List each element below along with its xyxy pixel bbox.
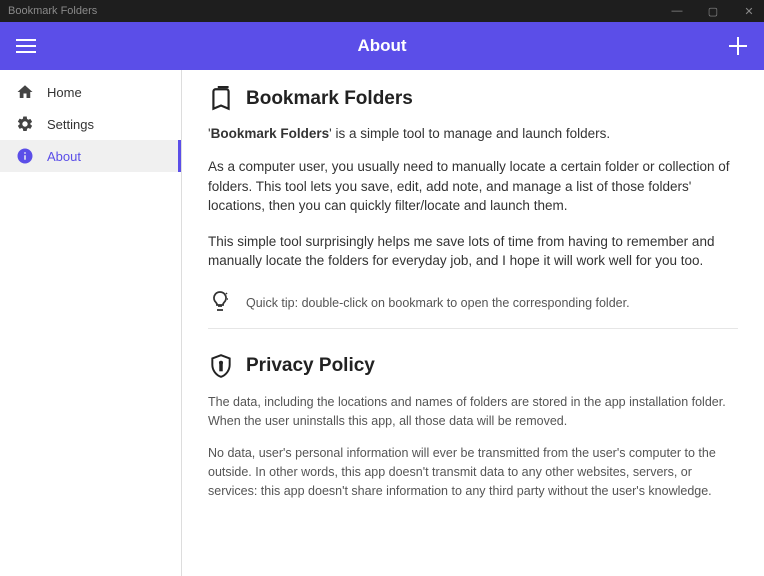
lightbulb-icon [208, 289, 232, 318]
section-title: Bookmark Folders [246, 88, 413, 110]
paragraph: The data, including the locations and na… [208, 393, 738, 431]
sidebar-item-about[interactable]: About [0, 140, 181, 172]
paragraph: This simple tool surprisingly helps me s… [208, 232, 738, 271]
hamburger-icon [16, 39, 36, 53]
maximize-button[interactable]: ▢ [706, 5, 720, 18]
content-area: Home Settings About Bookmark Folders [0, 70, 764, 576]
bookmark-folder-icon [208, 86, 234, 112]
add-button[interactable] [726, 37, 750, 55]
divider [208, 328, 738, 329]
app-bar: About [0, 22, 764, 70]
main-content: Bookmark Folders 'Bookmark Folders' is a… [182, 70, 764, 576]
close-button[interactable]: ✕ [742, 5, 756, 18]
tip-row: Quick tip: double-click on bookmark to o… [208, 289, 738, 318]
window-titlebar: Bookmark Folders — ▢ ✕ [0, 0, 764, 22]
privacy-section: Privacy Policy The data, including the l… [208, 353, 738, 501]
page-title: About [38, 36, 726, 56]
sidebar-item-home[interactable]: Home [0, 76, 181, 108]
menu-button[interactable] [14, 39, 38, 53]
paragraph: As a computer user, you usually need to … [208, 157, 738, 216]
window-title: Bookmark Folders [8, 5, 97, 17]
sidebar-item-settings[interactable]: Settings [0, 108, 181, 140]
home-icon [16, 83, 34, 101]
plus-icon [729, 37, 747, 55]
sidebar-item-label: About [47, 149, 81, 164]
intro-text: 'Bookmark Folders' is a simple tool to m… [208, 126, 738, 141]
window-controls: — ▢ ✕ [670, 5, 756, 18]
shield-icon [208, 353, 234, 379]
gear-icon [16, 115, 34, 133]
section-header-bookmark: Bookmark Folders [208, 86, 738, 112]
sidebar-item-label: Home [47, 85, 82, 100]
sidebar-item-label: Settings [47, 117, 94, 132]
paragraph: No data, user's personal information wil… [208, 444, 738, 500]
tip-text: Quick tip: double-click on bookmark to o… [246, 296, 630, 310]
info-icon [16, 147, 34, 165]
section-header-privacy: Privacy Policy [208, 353, 738, 379]
section-title: Privacy Policy [246, 355, 375, 377]
minimize-button[interactable]: — [670, 5, 684, 18]
sidebar: Home Settings About [0, 70, 182, 576]
